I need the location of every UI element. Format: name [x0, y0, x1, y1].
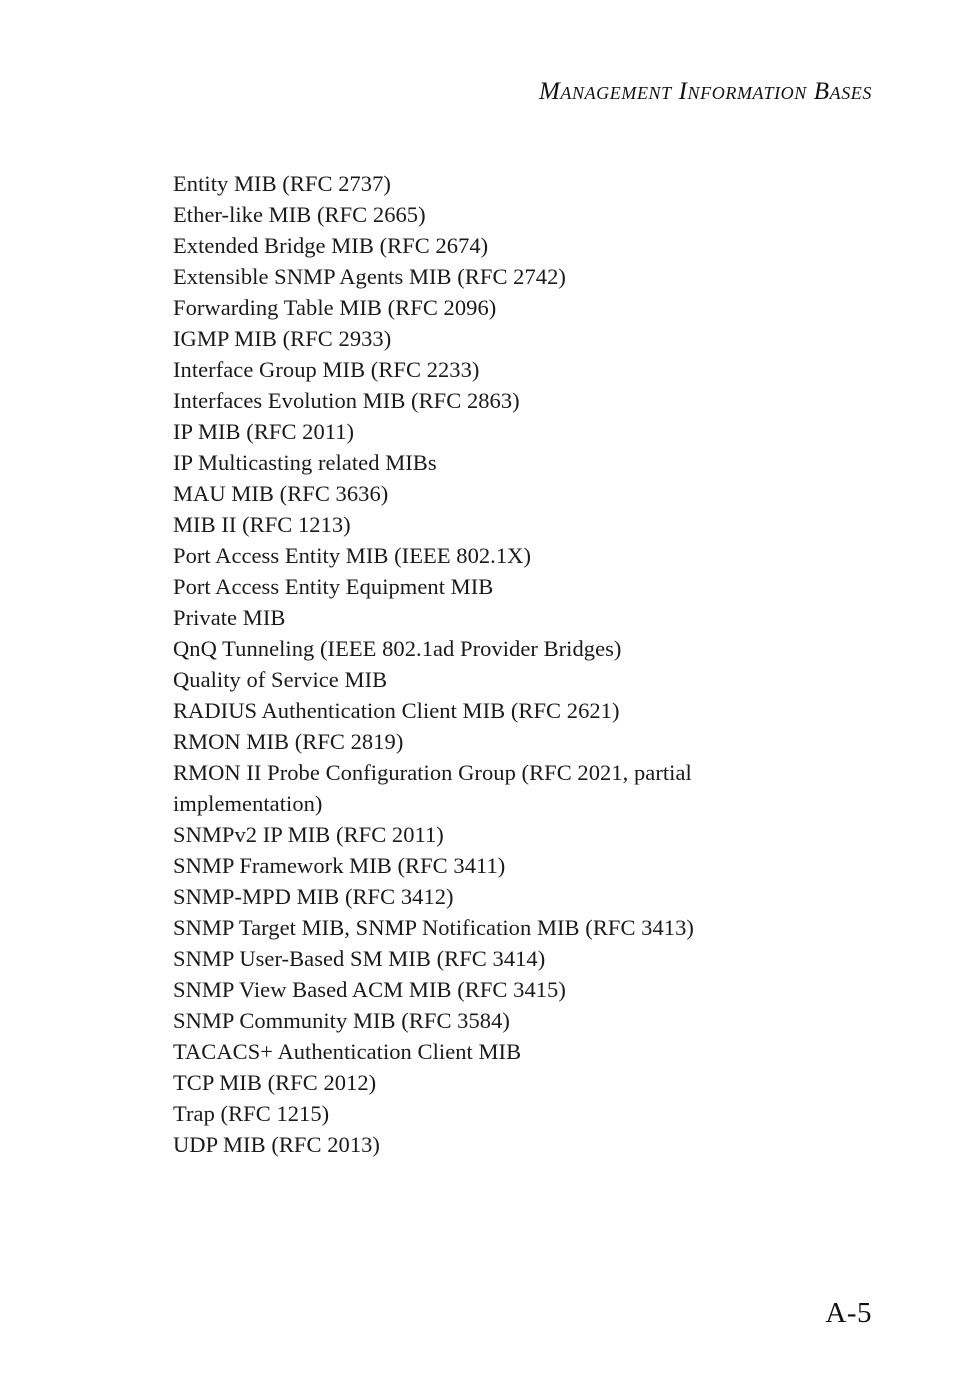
mib-list-item: RMON II Probe Configuration Group (RFC 2… [173, 760, 692, 785]
mib-list-item: MIB II (RFC 1213) [173, 512, 351, 537]
mib-list-item: QnQ Tunneling (IEEE 802.1ad Provider Bri… [173, 636, 622, 661]
mib-list-item: IP Multicasting related MIBs [173, 450, 437, 475]
mib-list-item: TCP MIB (RFC 2012) [173, 1070, 377, 1095]
mib-list-item: SNMP View Based ACM MIB (RFC 3415) [173, 977, 566, 1002]
mib-list-item: Forwarding Table MIB (RFC 2096) [173, 295, 497, 320]
document-page: Management Information Bases Entity MIB … [0, 0, 954, 1388]
mib-list-item: Port Access Entity Equipment MIB [173, 574, 494, 599]
mib-list: Entity MIB (RFC 2737) Ether-like MIB (RFC… [173, 168, 873, 1160]
mib-list-item: SNMP Community MIB (RFC 3584) [173, 1008, 510, 1033]
mib-list-item: RMON MIB (RFC 2819) [173, 729, 404, 754]
mib-list-item: MAU MIB (RFC 3636) [173, 481, 389, 506]
mib-list-item: SNMP-MPD MIB (RFC 3412) [173, 884, 454, 909]
mib-list-item: Quality of Service MIB [173, 667, 388, 692]
mib-list-item: Port Access Entity MIB (IEEE 802.1X) [173, 543, 531, 568]
mib-list-item: TACACS+ Authentication Client MIB [173, 1039, 522, 1064]
mib-list-item: implementation) [173, 791, 323, 816]
mib-list-item: RADIUS Authentication Client MIB (RFC 26… [173, 698, 620, 723]
running-header: Management Information Bases [538, 78, 872, 105]
mib-list-item: Trap (RFC 1215) [173, 1101, 330, 1126]
mib-list-item: SNMP Target MIB, SNMP Notification MIB (… [173, 915, 694, 940]
mib-list-item: SNMPv2 IP MIB (RFC 2011) [173, 822, 444, 847]
mib-list-item: SNMP User-Based SM MIB (RFC 3414) [173, 946, 546, 971]
mib-list-item: Extended Bridge MIB (RFC 2674) [173, 233, 489, 258]
mib-list-item: Interfaces Evolution MIB (RFC 2863) [173, 388, 520, 413]
mib-list-item: UDP MIB (RFC 2013) [173, 1132, 380, 1157]
mib-list-item: Entity MIB (RFC 2737) [173, 171, 391, 196]
mib-list-item: IP MIB (RFC 2011) [173, 419, 355, 444]
mib-list-item: Interface Group MIB (RFC 2233) [173, 357, 480, 382]
mib-list-item: Ether-like MIB (RFC 2665) [173, 202, 426, 227]
page-number: A-5 [825, 1297, 872, 1329]
mib-list-item: Private MIB [173, 605, 286, 630]
mib-list-item: SNMP Framework MIB (RFC 3411) [173, 853, 506, 878]
mib-list-item: Extensible SNMP Agents MIB (RFC 2742) [173, 264, 566, 289]
mib-list-item: IGMP MIB (RFC 2933) [173, 326, 392, 351]
